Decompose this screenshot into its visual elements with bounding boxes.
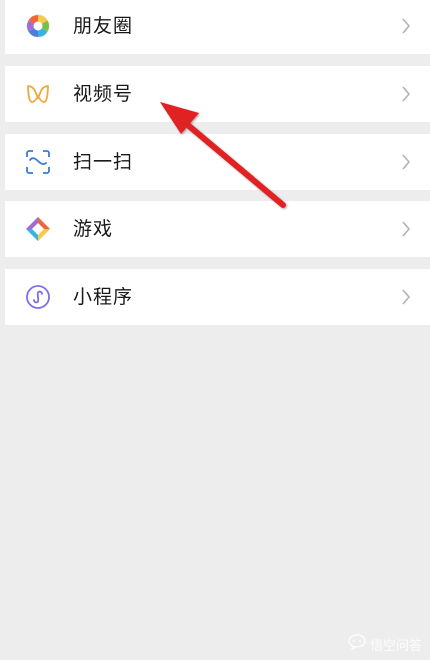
chevron-right-icon [401,17,411,35]
menu-item-label: 朋友圈 [73,15,134,37]
menu-item-label: 扫一扫 [73,151,134,173]
menu-item-games[interactable]: 游戏 [5,201,430,257]
chevron-right-icon [401,288,411,306]
menu-item-label: 游戏 [73,218,114,240]
chevron-right-icon [401,220,411,238]
menu-item-label: 小程序 [73,286,134,308]
menu-item-label: 视频号 [73,83,134,105]
mini-program-icon [24,283,52,311]
chat-bubble-icon [348,634,366,654]
chevron-right-icon [401,153,411,171]
games-icon [24,215,52,243]
watermark-text: 悟空问答 [369,638,422,654]
menu-item-mini-programs[interactable]: 小程序 [5,269,430,325]
menu-item-scan[interactable]: 扫一扫 [5,134,430,190]
menu-item-channels[interactable]: 视频号 [5,66,430,122]
scan-icon [24,148,52,176]
watermark: 悟空问答 [348,634,422,654]
menu-item-moments[interactable]: 朋友圈 [5,0,430,54]
channels-icon [24,80,52,108]
moments-icon [24,12,52,40]
chevron-right-icon [401,85,411,103]
